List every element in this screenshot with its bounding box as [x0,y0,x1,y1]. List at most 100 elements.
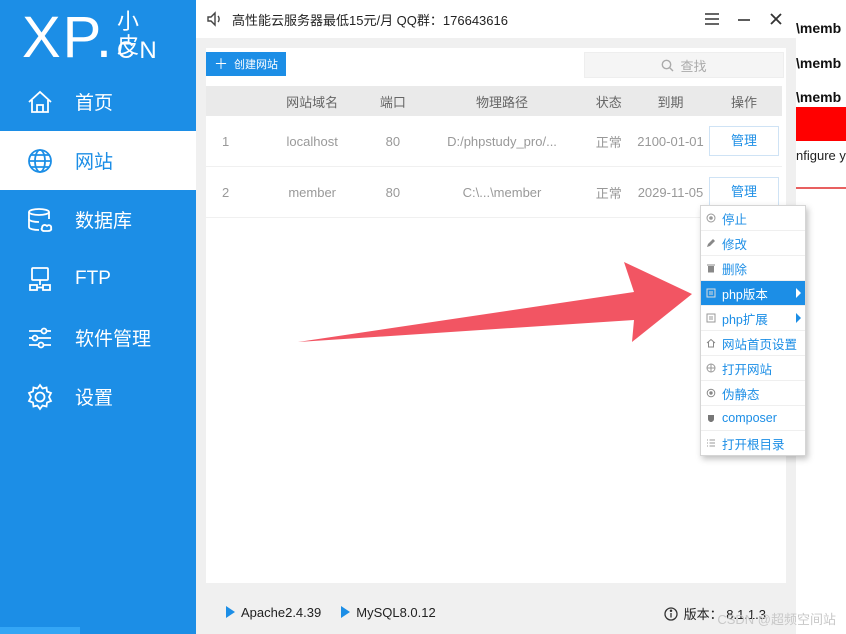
speaker-icon [207,11,220,27]
error-banner [796,107,846,141]
table-row: 2 member 80 C:\...\member 正常 2029-11-05 … [206,167,782,218]
menu-item-homepage-settings[interactable]: 网站首页设置 [701,331,805,356]
window-controls [702,10,786,28]
ftp-icon [25,264,55,294]
submenu-arrow-icon [796,288,801,298]
menu-item-php-extension[interactable]: php扩展 [701,306,805,331]
mysql-service[interactable]: MySQL8.0.12 [341,605,436,620]
globe-small-icon [705,362,717,374]
header-cell: 物理路径 [476,94,529,110]
menu-item-open-root[interactable]: 打开根目录 [701,431,805,455]
menu-item-label: 删除 [722,262,748,277]
play-icon [341,606,351,618]
database-icon [25,205,55,235]
gear-icon [25,382,55,412]
table-header: 网站域名 端口 物理路径 状态 到期 操作 [206,86,782,116]
folder-list-icon [705,437,717,449]
menu-item-label: 网站首页设置 [722,337,798,352]
expire-cell: 2100-01-01 [637,133,704,149]
php-icon [705,287,717,299]
table-row: 1 localhost 80 D:/phpstudy_pro/... 正常 21… [206,116,782,167]
sidebar-item-label: 软件管理 [75,329,152,350]
menu-item-open-site[interactable]: 打开网站 [701,356,805,381]
row-number: 2 [222,184,230,200]
action-cell: 管理 [706,126,782,156]
sidebar-item-label: FTP [75,267,111,289]
status-bar: Apache2.4.39 MySQL8.0.12 版本： 8.1.1.3 [196,590,796,634]
port-cell: 80 [385,133,401,149]
submenu-arrow-icon [796,313,801,323]
menu-item-label: 打开网站 [722,362,773,377]
logo-main: XP. [22,5,115,70]
menu-item-php-version[interactable]: php版本 [701,281,805,306]
apache-service[interactable]: Apache2.4.39 [226,605,321,620]
home-icon [25,87,55,117]
background-text-line: \memb [796,20,842,36]
sidebar-item-software[interactable]: 软件管理 [0,308,196,367]
trash-icon [705,262,717,274]
search-icon [662,59,674,71]
close-button[interactable] [766,10,786,28]
action-cell: 管理 [706,177,782,207]
port-cell: 80 [385,184,401,200]
stop-icon [705,212,717,224]
sidebar-item-ftp[interactable]: FTP [0,249,196,308]
domain-cell: localhost [286,133,338,149]
search-placeholder: 查找 [680,58,707,74]
close-icon [770,13,782,25]
domain-cell: member [288,184,337,200]
title-bar: 高性能云服务器最低15元/月 QQ群：176643616 [196,0,796,38]
menu-item-composer[interactable]: composer [701,406,805,431]
play-icon [226,606,235,618]
manage-button[interactable]: 管理 [709,126,780,156]
menu-item-label: php版本 [722,287,768,302]
sidebar-item-label: 网站 [75,152,114,173]
path-cell: C:\...\member [462,184,542,200]
menu-item-edit[interactable]: 修改 [701,231,805,256]
sidebar-item-website[interactable]: 网站 [0,131,196,190]
logo-cn: CN [117,37,162,64]
header-cell: 网站域名 [286,94,339,110]
announcement-text: 高性能云服务器最低15元/月 QQ群：176643616 [232,12,508,28]
header-cell: 操作 [731,94,758,110]
create-website-button[interactable]: ＋ 创建网站 [206,52,286,76]
sidebar-item-database[interactable]: 数据库 [0,190,196,249]
sidebar-nav: 首页 网站 数据库 FTP 软件管理 设置 [0,72,196,426]
menu-item-label: 停止 [722,212,748,227]
sidebar-item-label: 设置 [75,388,114,409]
taskbar-strip [0,627,80,634]
header-cell: 状态 [595,94,622,110]
watermark: CSDN @超频空间站 [717,612,836,627]
status-cell: 正常 [595,185,622,201]
create-website-label: 创建网站 [234,59,278,71]
sidebar: XP. 小皮 CN 首页 网站 数据库 FTP 软件管理 设置 [0,0,196,634]
background-text-line: \memb [796,55,842,71]
mysql-label: MySQL8.0.12 [356,604,436,620]
sidebar-item-home[interactable]: 首页 [0,72,196,131]
manage-button[interactable]: 管理 [709,177,780,207]
context-menu: 停止 修改 删除 php版本 php扩展 网站首页设置 打开网站 伪静态 com… [700,205,806,456]
sidebar-item-label: 首页 [75,93,114,114]
sidebar-item-settings[interactable]: 设置 [0,367,196,426]
background-config-text: nfigure y [796,148,846,163]
menu-item-stop[interactable]: 停止 [701,206,805,231]
composer-icon [705,412,717,424]
expire-cell: 2029-11-05 [637,184,704,200]
minimize-button[interactable] [734,10,754,28]
status-cell: 正常 [595,134,622,150]
rewrite-icon [705,387,717,399]
menu-item-rewrite[interactable]: 伪静态 [701,381,805,406]
header-cell: 端口 [379,94,406,110]
home-small-icon [705,337,717,349]
menu-item-label: 打开根目录 [722,437,785,452]
menu-button[interactable] [702,10,722,28]
menu-item-label: php扩展 [722,312,768,327]
minimize-icon [738,19,750,21]
menu-item-delete[interactable]: 删除 [701,256,805,281]
search-input[interactable]: 查找 [584,52,784,78]
divider [796,187,846,189]
apache-label: Apache2.4.39 [241,604,322,620]
menu-item-label: 修改 [722,237,748,252]
path-cell: D:/phpstudy_pro/... [447,133,557,149]
hamburger-icon [705,13,719,25]
